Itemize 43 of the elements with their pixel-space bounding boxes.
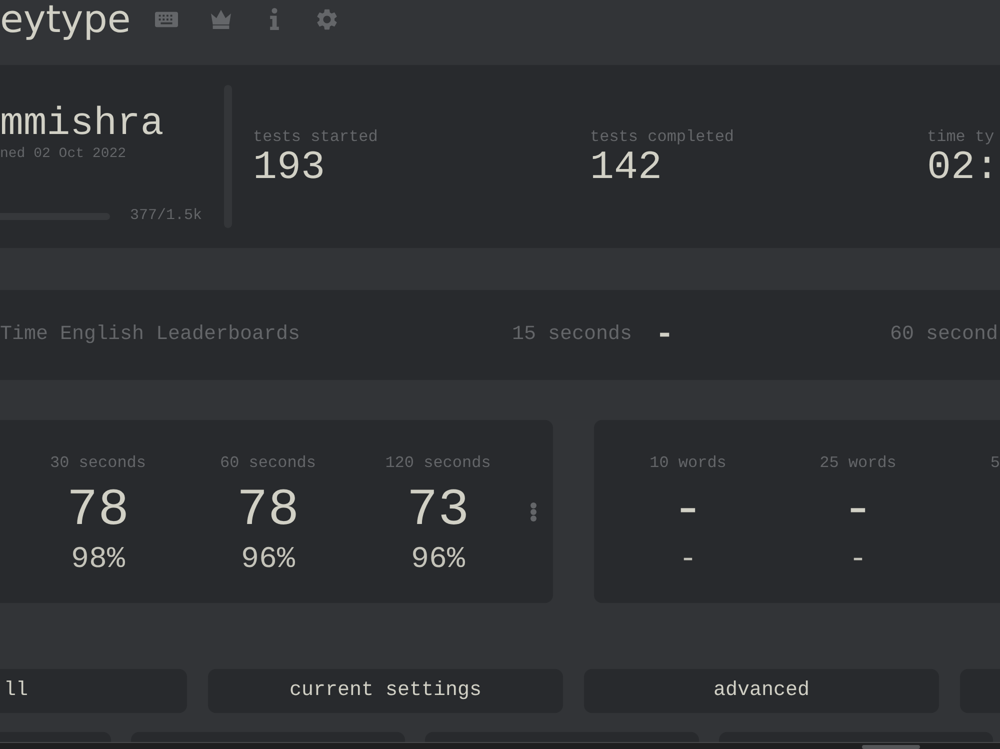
mode-label: 10 words <box>650 454 726 473</box>
leaderboard-rank: - <box>655 319 674 351</box>
wpm-value: - <box>842 485 874 537</box>
mode-label: 5 <box>990 454 1000 473</box>
wpm-value: - <box>672 485 704 537</box>
keyboard-icon[interactable] <box>154 10 178 28</box>
button[interactable] <box>719 732 993 742</box>
filter-button[interactable]: current settings <box>208 669 563 713</box>
stat-label: tests started <box>253 128 379 147</box>
xp-count: 377/1.5k <box>130 207 202 225</box>
stat-value: 193 <box>253 149 326 189</box>
joined-date: ned 02 Oct 2022 <box>0 146 128 163</box>
scrollbar-thumb[interactable] <box>862 745 920 749</box>
accuracy-value: - <box>848 545 867 575</box>
button[interactable] <box>425 732 699 742</box>
wpm-value: 78 <box>236 485 300 537</box>
stat-value: 142 <box>590 149 664 189</box>
accuracy-value: 98% <box>70 545 125 575</box>
button[interactable] <box>131 732 405 742</box>
logo[interactable]: eytype <box>0 0 131 38</box>
settings-icon[interactable] <box>316 8 337 30</box>
accuracy-value: 96% <box>410 545 465 575</box>
wpm-value: 78 <box>66 485 130 537</box>
stat-value: 02: <box>927 149 1000 189</box>
leaderboard-mode: 60 second <box>890 323 998 347</box>
filter-button[interactable]: ll <box>0 669 187 713</box>
wpm-value: 73 <box>406 485 470 537</box>
mode-label: 25 words <box>820 454 896 473</box>
leaderboard-title: Time English Leaderboards <box>0 323 302 347</box>
leaderboard-mode: 15 seconds <box>512 323 632 347</box>
info-icon[interactable] <box>270 8 279 30</box>
crown-icon[interactable] <box>210 9 232 29</box>
mode-label: 120 seconds <box>385 454 491 473</box>
username: mmishra <box>0 104 165 144</box>
button[interactable] <box>0 732 111 742</box>
filter-button[interactable]: advanced <box>584 669 939 713</box>
more-icon[interactable] <box>530 502 537 522</box>
stat-label: time ty <box>927 128 996 147</box>
accuracy-value: 96% <box>240 545 295 575</box>
accuracy-value: - <box>678 545 697 575</box>
mode-label: 30 seconds <box>50 454 146 473</box>
stat-label: tests completed <box>590 128 736 147</box>
mode-label: 60 seconds <box>220 454 316 473</box>
